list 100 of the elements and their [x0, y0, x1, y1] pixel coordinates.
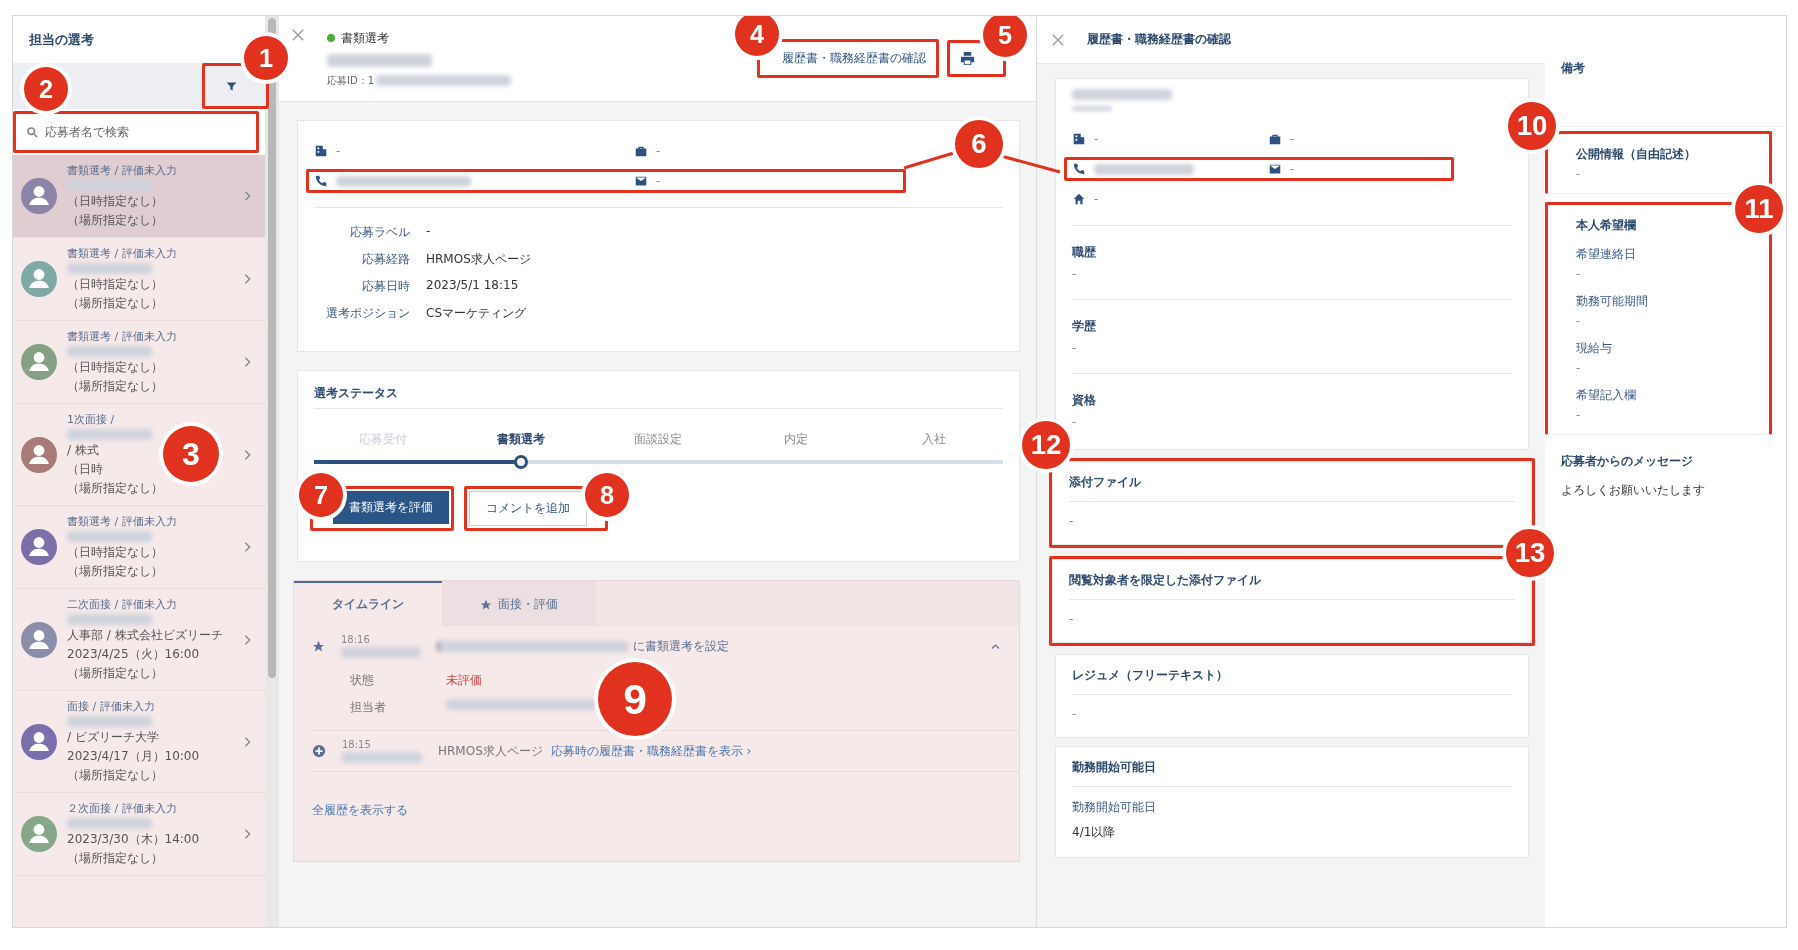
contact-value: - [336, 144, 341, 158]
contact-value: - [656, 174, 661, 188]
candidate-detail: （日時指定なし） [67, 276, 163, 293]
redacted-kana [1072, 106, 1112, 111]
entry-time: 18:15 [342, 739, 372, 750]
sidebar-title: 担当の選考 [29, 30, 94, 49]
chevron-right-icon [244, 190, 251, 202]
callout-number: 3 [163, 426, 219, 482]
phone-icon [1072, 162, 1086, 176]
card-title: 閲覧対象者を限定した添付ファイル [1069, 572, 1262, 589]
panel-title: 履歴書・職務経歴書の確認 [1087, 31, 1231, 48]
home-icon [1072, 192, 1086, 206]
section-title: 備考 [1561, 60, 1586, 77]
entry-source: HRMOS求人ページ [438, 742, 543, 760]
status-step: 書類選考 [451, 431, 590, 448]
callout-number: 12 [1022, 421, 1070, 469]
field-label: 勤務開始可能日 [1072, 799, 1157, 816]
card-title: レジュメ（フリーテキスト） [1072, 667, 1229, 684]
add-comment-button[interactable]: コメントを追加 [469, 491, 587, 526]
status-step: 面談設定 [589, 431, 728, 448]
candidate-detail: （場所指定なし） [67, 767, 163, 784]
section-title: 学歴 [1072, 318, 1097, 335]
search-icon [26, 125, 39, 139]
detail-label: 応募日時 [361, 278, 410, 295]
detail-value: - [426, 224, 432, 240]
callout-number: 7 [299, 473, 343, 517]
candidate-detail: （日時指定なし） [67, 193, 163, 210]
candidate-detail: （日時指定なし） [67, 359, 163, 376]
candidate-list-item[interactable]: ２次面接 / 評価未入力 2023/3/30（木）14:00 （場所指定なし） [13, 793, 265, 876]
status-step: 内定 [727, 431, 866, 448]
detail-value: CSマーケティング [426, 305, 527, 322]
candidate-list-item[interactable]: 書類選考 / 評価未入力 （日時指定なし） （場所指定なし） [13, 155, 265, 238]
chevron-right-icon [244, 448, 251, 461]
close-icon[interactable] [291, 28, 305, 42]
search-input[interactable]: 応募者名で検索 [45, 117, 246, 147]
building-icon [314, 144, 328, 158]
detail-value: 2023/5/1 18:15 [426, 278, 520, 294]
card-title: 添付ファイル [1069, 474, 1142, 491]
candidate-list-item[interactable]: 面接 / 評価未入力 / ビズリーチ大学 2023/4/17（月）10:00 （場所指定なし） [13, 691, 265, 793]
selection-status: 書類選考 / 評価未入力 [67, 514, 178, 529]
field-value: - [1576, 361, 1582, 375]
resume-link[interactable]: 応募時の履歴書・職務経歴書を表示 › [550, 742, 752, 760]
field-value: - [1576, 408, 1582, 422]
stage-label: 書類選考 [341, 29, 389, 47]
field-label: 希望記入欄 [1576, 387, 1637, 404]
contact-value: - [656, 144, 661, 158]
candidate-list-item[interactable]: 書類選考 / 評価未入力 （日時指定なし） （場所指定なし） [13, 238, 265, 321]
detail-label: 選考ポジション [325, 305, 410, 322]
callout-number: 2 [24, 67, 68, 111]
candidate-detail: （日時指定なし） [67, 544, 163, 561]
contact-value: - [1290, 162, 1295, 176]
section-value: - [1072, 267, 1078, 281]
star-icon [312, 639, 325, 653]
callout-number: 8 [585, 473, 629, 517]
show-all-history-link[interactable]: 全履歴を表示する [312, 802, 408, 819]
candidate-detail: （場所指定なし） [67, 563, 163, 580]
candidate-detail: （場所指定なし） [67, 850, 163, 867]
candidate-detail: 2023/3/30（木）14:00 [67, 831, 200, 848]
callout-number: 13 [1506, 529, 1554, 577]
candidate-list-item[interactable]: 書類選考 / 評価未入力 （日時指定なし） （場所指定なし） [13, 506, 265, 589]
callout-number: 4 [735, 16, 779, 56]
entry-detail-label: 担当者 [350, 699, 387, 716]
section-value: - [1072, 415, 1078, 429]
chevron-right-icon [244, 828, 251, 840]
close-icon[interactable] [1051, 32, 1065, 47]
entry-time: 18:16 [341, 634, 371, 645]
card-value: - [1069, 514, 1075, 528]
field-value: - [1576, 267, 1582, 281]
candidate-list-item[interactable]: 1次面接 / / 株式 （日時 （場所指定なし） 3 [13, 404, 265, 506]
field-label: 勤務可能期間 [1576, 293, 1649, 310]
detail-value: HRMOS求人ページ [426, 251, 532, 268]
candidate-detail: 2023/4/25（火）16:00 [67, 646, 200, 663]
section-value: - [1072, 341, 1078, 355]
card-value: - [1072, 707, 1078, 721]
candidate-list-item[interactable]: 二次面接 / 評価未入力 人事部 / 株式会社ビズリーチ 2023/4/25（火）16:00 （場所指定なし） [13, 589, 265, 691]
candidate-detail: （場所指定なし） [67, 212, 163, 229]
entry-detail-label: 状態 [350, 672, 375, 689]
candidate-detail: （場所指定なし） [67, 295, 163, 312]
detail-label: 応募ラベル [349, 224, 410, 241]
candidate-detail: / 株式 [67, 442, 99, 459]
selection-status: 書類選考 / 評価未入力 [67, 163, 178, 178]
chevron-right-icon [244, 735, 251, 748]
callout-number: 5 [983, 16, 1027, 57]
selection-status: 面接 / 評価未入力 [67, 699, 156, 714]
candidate-list-item[interactable]: 書類選考 / 評価未入力 （日時指定なし） （場所指定なし） [13, 321, 265, 404]
field-value: 4/1以降 [1072, 824, 1117, 841]
field-value: - [1576, 314, 1582, 328]
callout-number: 6 [955, 120, 1003, 168]
card-value: - [1069, 612, 1075, 626]
chevron-right-icon [244, 541, 251, 553]
field-label: 希望連絡日 [1576, 246, 1637, 263]
evaluate-button[interactable]: 書類選考を評価 [333, 491, 449, 524]
candidate-detail: （日時 [67, 461, 103, 478]
message-text: よろしくお願いいたします [1561, 482, 1706, 499]
timeline-tab[interactable]: 面接・評価 [442, 581, 596, 626]
briefcase-icon [634, 144, 648, 158]
field-label: 現給与 [1576, 340, 1613, 357]
printer-icon [960, 51, 975, 66]
selection-status: ２次面接 / 評価未入力 [67, 801, 178, 816]
card-title: 選考ステータス [314, 386, 398, 400]
